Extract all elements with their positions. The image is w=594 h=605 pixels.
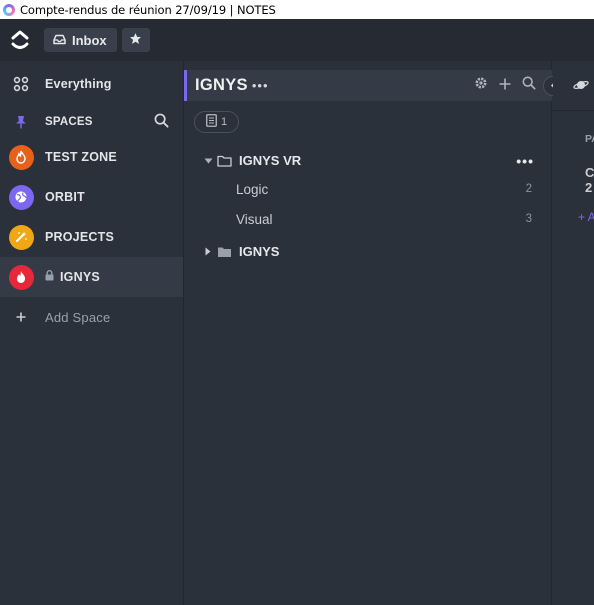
list-item[interactable]: Visual 3	[184, 204, 552, 234]
content-title-fragment: 2	[585, 180, 593, 195]
content-panel: PA C 2 + A	[553, 61, 594, 605]
sidebar-item-everything[interactable]: Everything	[0, 61, 183, 107]
search-icon[interactable]	[522, 76, 536, 95]
folder-open-icon	[217, 155, 232, 167]
inbox-tray-icon	[53, 33, 66, 48]
docs-count-badge[interactable]: 1	[194, 111, 239, 133]
sidebar-item-ignys[interactable]: IGNYS	[0, 257, 183, 297]
space-more-icon[interactable]: •••	[252, 78, 269, 93]
list-task-count: 3	[525, 213, 532, 225]
sidebar-item-label: PROJECTS	[45, 230, 114, 244]
pin-icon	[8, 109, 34, 135]
sidebar-item-test-zone[interactable]: TEST ZONE	[0, 137, 183, 177]
add-icon[interactable]	[499, 77, 511, 95]
folder-row[interactable]: IGNYS	[184, 238, 552, 265]
space-avatar-box	[8, 224, 34, 250]
list-item[interactable]: Logic 2	[184, 174, 552, 204]
magic-wand-icon	[8, 224, 34, 250]
planet-icon[interactable]	[573, 78, 589, 97]
content-section-label: PA	[585, 133, 594, 145]
search-icon[interactable]	[154, 113, 169, 131]
sidebar-item-label: IGNYS	[60, 270, 100, 284]
gear-icon[interactable]	[474, 76, 488, 95]
inbox-button[interactable]: Inbox	[44, 28, 117, 52]
app-topbar: Inbox	[0, 19, 594, 61]
inbox-label: Inbox	[72, 32, 107, 48]
content-header	[553, 61, 594, 111]
space-avatar-box	[8, 264, 34, 290]
sidebar-item-orbit[interactable]: ORBIT	[0, 177, 183, 217]
sidebar-item-projects[interactable]: PROJECTS	[0, 217, 183, 257]
window-titlebar: Compte-rendus de réunion 27/09/19 | NOTE…	[0, 0, 594, 19]
plus-icon	[8, 304, 34, 330]
caret-down-icon[interactable]	[201, 158, 215, 164]
folder-name: IGNYS VR	[239, 153, 302, 168]
space-avatar-box	[8, 144, 34, 170]
folder-row[interactable]: IGNYS VR •••	[184, 147, 552, 174]
caret-right-icon[interactable]	[201, 247, 215, 256]
favorites-button[interactable]	[121, 28, 150, 52]
globe-icon	[8, 184, 34, 210]
folder-tree: IGNYS VR ••• Logic 2 Visual 3 IGNYS	[184, 147, 552, 265]
clickup-app-icon	[3, 3, 15, 16]
star-icon	[129, 32, 142, 48]
folder-icon	[217, 246, 232, 258]
sidebar: Everything SPACES TEST ZONE ORBIT PROJEC…	[0, 61, 184, 605]
list-name: Visual	[236, 211, 273, 227]
list-name: Logic	[236, 181, 269, 197]
add-space-label: Add Space	[45, 309, 111, 325]
space-panel: IGNYS ••• 1 IGNYS VR ••• Logic 2 Visual …	[184, 61, 552, 605]
space-title[interactable]: IGNYS	[195, 76, 248, 95]
list-task-count: 2	[525, 183, 532, 195]
space-actions	[474, 76, 536, 95]
window-title: Compte-rendus de réunion 27/09/19 | NOTE…	[20, 2, 276, 17]
space-header: IGNYS •••	[184, 70, 552, 101]
sidebar-item-label: ORBIT	[45, 190, 85, 204]
sidebar-item-label: Everything	[45, 77, 112, 91]
spaces-header: SPACES	[0, 107, 183, 137]
grid-dots-icon	[8, 71, 34, 97]
flame-icon	[8, 264, 34, 290]
space-avatar-box	[8, 184, 34, 210]
flame-icon	[8, 144, 34, 170]
content-title-fragment: C	[585, 165, 594, 180]
folder-name: IGNYS	[239, 244, 280, 259]
document-icon	[206, 114, 217, 130]
add-item-link[interactable]: + A	[578, 210, 594, 224]
folder-more-icon[interactable]: •••	[516, 153, 534, 169]
lock-icon	[45, 270, 54, 284]
add-space-button[interactable]: Add Space	[0, 297, 183, 337]
spaces-label: SPACES	[45, 116, 93, 128]
sidebar-item-label: TEST ZONE	[45, 150, 117, 164]
docs-count: 1	[220, 116, 228, 128]
clickup-logo-icon[interactable]	[0, 19, 40, 61]
